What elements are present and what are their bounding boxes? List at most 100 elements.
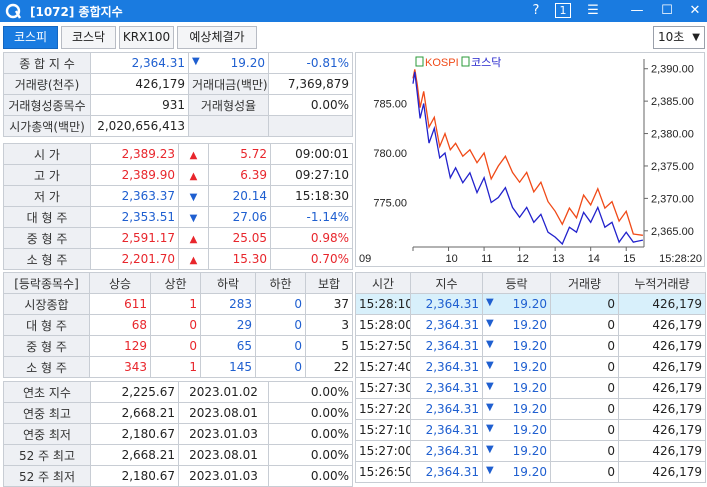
right-tick-label: 2,385.00 bbox=[651, 96, 694, 108]
yearly-pct: 0.00% bbox=[268, 381, 353, 403]
breadth-row: 중 형 주 129 0 65 0 5 bbox=[3, 335, 353, 357]
right-tick-label: 2,370.00 bbox=[651, 193, 694, 205]
page-number-button[interactable]: 1 bbox=[555, 3, 571, 18]
tick-index: 2,364.31 bbox=[410, 356, 483, 378]
yearly-pct: 0.00% bbox=[268, 465, 353, 487]
x-tick-label: 14 bbox=[588, 253, 600, 265]
tick-change: 19.20 bbox=[512, 465, 547, 479]
yearly-label: 연초 지수 bbox=[3, 381, 91, 403]
ticks-row[interactable]: 15:28:10 2,364.31 ▼ 19.20 0 426,179 bbox=[355, 293, 706, 315]
maximize-icon[interactable]: ☐ bbox=[658, 2, 676, 20]
breadth-lower: 0 bbox=[255, 314, 306, 336]
price-change: 25.05 bbox=[208, 227, 271, 249]
tick-index: 2,364.31 bbox=[410, 314, 483, 336]
ticks-header: 누적거래량 bbox=[618, 272, 706, 294]
chevron-down-icon: ▼ bbox=[692, 32, 700, 43]
tick-cumulative: 426,179 bbox=[618, 461, 706, 483]
price-direction: ▼ bbox=[178, 185, 209, 207]
tick-volume: 0 bbox=[550, 461, 619, 483]
down-arrow-icon: ▼ bbox=[486, 444, 494, 455]
price-value: 2,389.23 bbox=[90, 143, 179, 165]
price-row: 중 형 주 2,591.17 ▲ 25.05 0.98% bbox=[3, 227, 353, 249]
breadth-table: [등락종목수] 상승 상한 하락 하한 보합 시장종합 611 1 283 0 37 대 형 주 68 0 2… bbox=[3, 272, 353, 378]
left-tick-label: 785.00 bbox=[373, 99, 407, 111]
tick-index: 2,364.31 bbox=[410, 377, 483, 399]
price-extra: 09:00:01 bbox=[270, 143, 353, 165]
tab-expected-price[interactable]: 예상체결가 bbox=[177, 26, 257, 49]
close-icon[interactable]: ✕ bbox=[686, 2, 704, 20]
ticks-row[interactable]: 15:27:20 2,364.31 ▼ 19.20 0 426,179 bbox=[355, 398, 706, 420]
toolbar: 코스피 코스닥 KRX100 예상체결가 10초 ▼ bbox=[0, 22, 707, 51]
tick-cumulative: 426,179 bbox=[618, 335, 706, 357]
ticks-row[interactable]: 15:27:10 2,364.31 ▼ 19.20 0 426,179 bbox=[355, 419, 706, 441]
price-change: 15.30 bbox=[208, 248, 271, 270]
menu-icon[interactable]: ☰ bbox=[584, 2, 602, 20]
title-bar: [1072] 종합지수 ? 1 ☰ — ☐ ✕ bbox=[0, 0, 707, 22]
yearly-pct: 0.00% bbox=[268, 444, 353, 466]
breadth-upper: 1 bbox=[150, 356, 201, 378]
formed-count-label: 거래형성종목수 bbox=[3, 94, 91, 116]
tab-kosdaq[interactable]: 코스닥 bbox=[61, 26, 116, 49]
tick-time: 15:27:50 bbox=[355, 335, 411, 357]
breadth-lower: 0 bbox=[255, 293, 306, 315]
volume-value: 426,179 bbox=[90, 73, 189, 95]
tick-index: 2,364.31 bbox=[410, 440, 483, 462]
price-label: 고 가 bbox=[3, 164, 91, 186]
breadth-upper: 0 bbox=[150, 314, 201, 336]
tick-volume: 0 bbox=[550, 356, 619, 378]
breadth-label: 중 형 주 bbox=[3, 335, 90, 357]
ticks-row[interactable]: 15:26:50 2,364.31 ▼ 19.20 0 426,179 bbox=[355, 461, 706, 483]
tick-volume: 0 bbox=[550, 293, 619, 315]
tick-change-cell: ▼ 19.20 bbox=[482, 398, 551, 420]
ticks-row[interactable]: 15:27:30 2,364.31 ▼ 19.20 0 426,179 bbox=[355, 377, 706, 399]
price-value: 2,201.70 bbox=[90, 248, 179, 270]
right-tick-label: 2,375.00 bbox=[651, 161, 694, 173]
breadth-header: 보합 bbox=[305, 272, 353, 294]
amount-label: 거래대금(백만) bbox=[188, 73, 269, 95]
legend-swatch-icon bbox=[461, 56, 470, 67]
ticks-row[interactable]: 15:27:50 2,364.31 ▼ 19.20 0 426,179 bbox=[355, 335, 706, 357]
tick-cumulative: 426,179 bbox=[618, 356, 706, 378]
tick-change-cell: ▼ 19.20 bbox=[482, 356, 551, 378]
breadth-up: 129 bbox=[89, 335, 151, 357]
breadth-label: 대 형 주 bbox=[3, 314, 90, 336]
yearly-row: 52 주 최저 2,180.67 2023.01.03 0.00% bbox=[3, 465, 353, 487]
yearly-value: 2,225.67 bbox=[90, 381, 179, 403]
help-icon[interactable]: ? bbox=[528, 2, 544, 20]
yearly-date: 2023.08.01 bbox=[178, 402, 269, 424]
index-change-pct: -0.81% bbox=[268, 52, 353, 74]
ticks-row[interactable]: 15:27:40 2,364.31 ▼ 19.20 0 426,179 bbox=[355, 356, 706, 378]
x-tick-label: 09 bbox=[359, 253, 371, 265]
tick-change-cell: ▼ 19.20 bbox=[482, 377, 551, 399]
price-value: 2,389.90 bbox=[90, 164, 179, 186]
tick-volume: 0 bbox=[550, 377, 619, 399]
up-arrow-icon: ▲ bbox=[189, 234, 198, 245]
tab-kospi[interactable]: 코스피 bbox=[3, 26, 58, 49]
price-row: 시 가 2,389.23 ▲ 5.72 09:00:01 bbox=[3, 143, 353, 165]
x-tick-label: 10 bbox=[446, 253, 458, 265]
ticks-header: 시간 bbox=[355, 272, 411, 294]
price-direction: ▲ bbox=[178, 164, 209, 186]
yearly-row: 연중 최고 2,668.21 2023.08.01 0.00% bbox=[3, 402, 353, 424]
ticks-row[interactable]: 15:28:00 2,364.31 ▼ 19.20 0 426,179 bbox=[355, 314, 706, 336]
tick-change: 19.20 bbox=[512, 444, 547, 458]
tick-change: 19.20 bbox=[512, 402, 547, 416]
price-direction: ▲ bbox=[178, 227, 209, 249]
index-chart[interactable]: 785.00 780.00 775.00 2,390.00 2,385.00 2,380.… bbox=[355, 52, 705, 267]
price-extra: 0.98% bbox=[270, 227, 353, 249]
down-arrow-icon: ▼ bbox=[189, 213, 198, 224]
interval-select[interactable]: 10초 ▼ bbox=[653, 26, 705, 49]
amount-value: 7,369,879 bbox=[268, 73, 353, 95]
chart-svg: 785.00 780.00 775.00 2,390.00 2,385.00 2,380.… bbox=[359, 56, 702, 265]
ticks-row[interactable]: 15:27:00 2,364.31 ▼ 19.20 0 426,179 bbox=[355, 440, 706, 462]
tick-time: 15:27:00 bbox=[355, 440, 411, 462]
yearly-label: 52 주 최고 bbox=[3, 444, 91, 466]
tick-cumulative: 426,179 bbox=[618, 314, 706, 336]
tab-krx100[interactable]: KRX100 bbox=[119, 26, 174, 49]
series-line-kosdaq bbox=[412, 71, 644, 246]
breadth-header: [등락종목수] bbox=[3, 272, 90, 294]
minimize-icon[interactable]: — bbox=[628, 2, 646, 20]
down-arrow-icon: ▼ bbox=[486, 402, 494, 413]
ticks-table: 시간 지수 등락 거래량 누적거래량 15:28:10 2,364.31 ▼ 19.20 0 426… bbox=[355, 272, 706, 483]
breadth-down: 65 bbox=[200, 335, 256, 357]
